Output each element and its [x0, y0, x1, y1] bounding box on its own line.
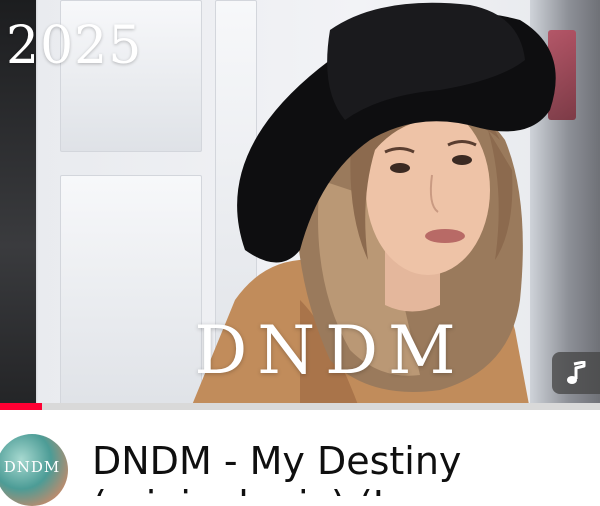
video-metadata-row: DNDM DNDM - My Destiny (original mix) (L…	[0, 410, 600, 506]
year-overlay-text: 2025	[6, 16, 143, 76]
video-thumbnail[interactable]: 2025 DNDM	[0, 0, 600, 410]
brand-logo-text: DNDM	[194, 312, 466, 389]
music-note-icon	[567, 361, 586, 384]
music-button[interactable]	[552, 352, 600, 394]
video-title-continued[interactable]: (original mix) (L...	[92, 482, 600, 496]
avatar-logo-text: DNDM	[3, 458, 61, 476]
video-progress-bar[interactable]	[0, 403, 600, 410]
video-title[interactable]: DNDM - My Destiny	[92, 438, 600, 484]
progress-bar-fill	[0, 403, 42, 410]
channel-avatar[interactable]: DNDM	[0, 434, 68, 506]
video-title-line-2: (original mix) (L...	[92, 482, 600, 496]
